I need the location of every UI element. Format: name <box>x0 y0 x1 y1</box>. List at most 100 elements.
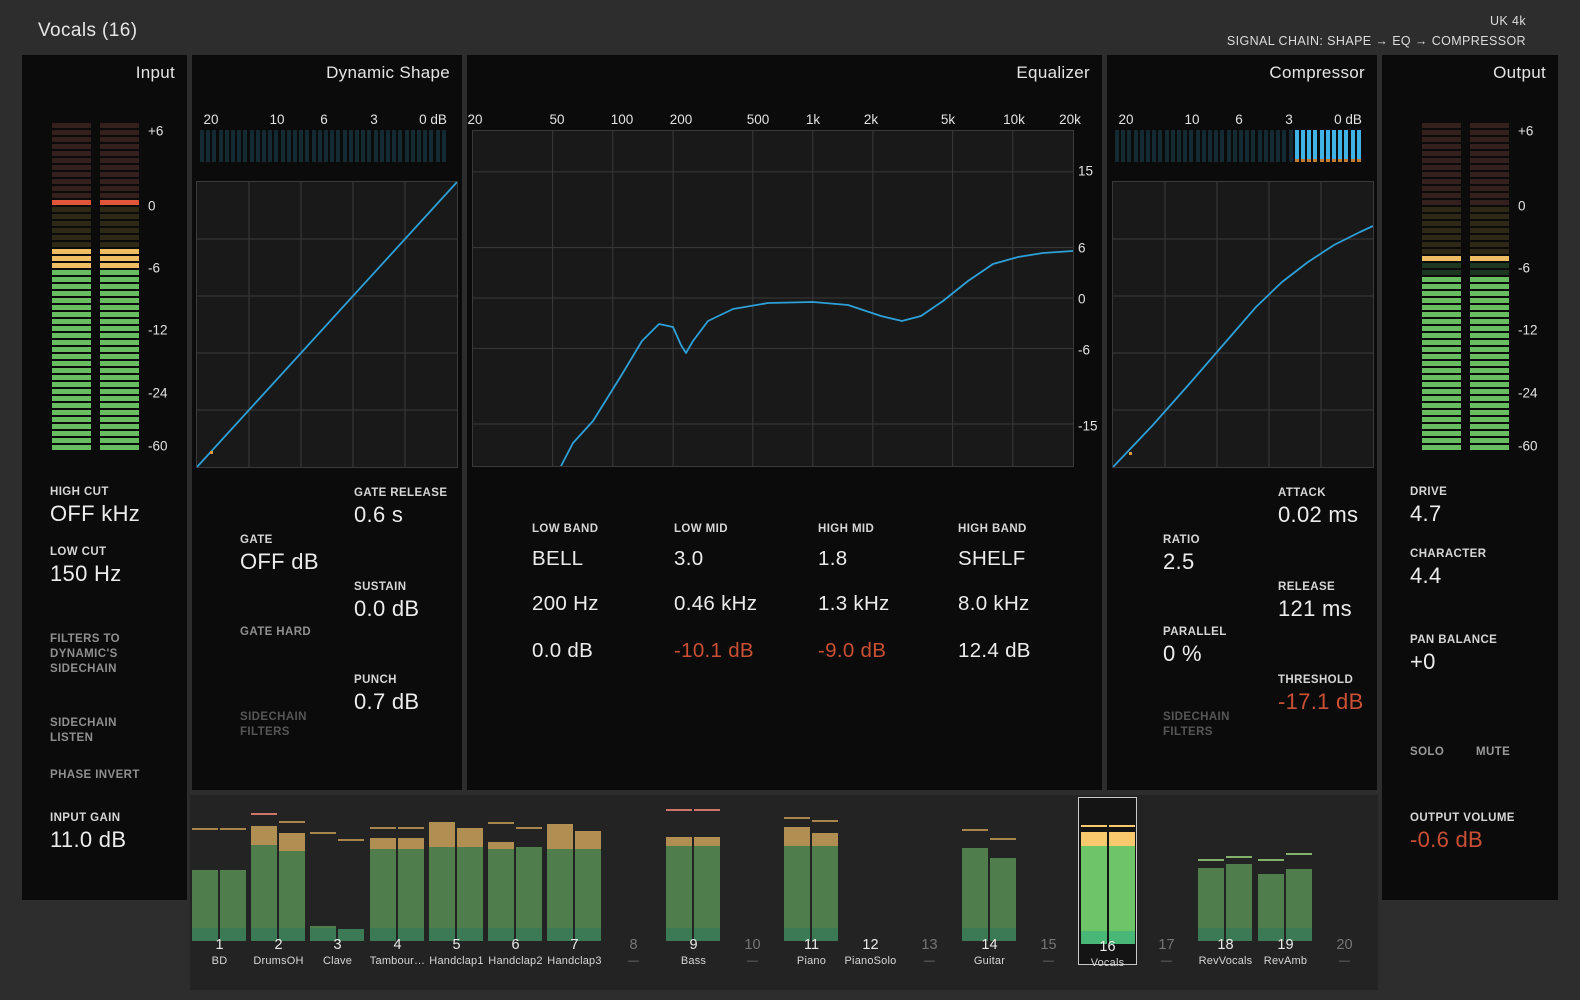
track-name: BD <box>211 955 228 967</box>
track-meter <box>1081 798 1136 944</box>
track-11[interactable]: 11 Piano <box>782 795 841 990</box>
track-meter <box>606 795 661 941</box>
channel-title: Vocals (16) <box>38 20 138 41</box>
high-cut-control[interactable]: HIGH CUT OFF kHz <box>50 485 140 526</box>
track-meter <box>488 795 543 941</box>
track-meter <box>1317 795 1372 941</box>
track-number: 6 <box>511 937 520 953</box>
eq-panel-title: Equalizer <box>1016 63 1090 82</box>
track-19[interactable]: 19 RevAmb <box>1256 795 1315 990</box>
input-meter-left <box>52 123 91 452</box>
track-18[interactable]: 18 RevVocals <box>1196 795 1255 990</box>
eq-band-3-freq: 8.0 kHz <box>958 592 1030 615</box>
track-5[interactable]: 5 Handclap1 <box>427 795 486 990</box>
track-number: 8 <box>629 937 638 953</box>
track-20[interactable]: 20 — <box>1315 795 1374 990</box>
input-gain-control[interactable]: INPUT GAIN 11.0 dB <box>50 811 126 852</box>
input-meter-right <box>100 123 139 452</box>
eq-band-2-shape: 1.8 <box>818 547 848 570</box>
output-meter-right <box>1470 123 1509 452</box>
track-name: — <box>1160 955 1173 967</box>
attack-control[interactable]: ATTACK 0.02 ms <box>1278 486 1358 527</box>
track-1[interactable]: 1 BD <box>190 795 249 990</box>
track-10[interactable]: 10 — <box>723 795 782 990</box>
track-16-selected[interactable]: 16 Vocals <box>1078 797 1137 969</box>
track-15[interactable]: 15 — <box>1019 795 1078 990</box>
track-13[interactable]: 13 — <box>900 795 959 990</box>
track-number: 13 <box>921 937 938 953</box>
output-volume-control[interactable]: OUTPUT VOLUME -0.6 dB <box>1410 811 1515 852</box>
eq-curve-graph <box>472 130 1074 467</box>
track-12[interactable]: 12 PianoSolo <box>841 795 900 990</box>
gate-hard-toggle[interactable]: GATE HARD <box>240 625 311 640</box>
mute-button[interactable]: MUTE <box>1476 745 1510 760</box>
track-meter <box>1198 795 1253 941</box>
eq-band-0-gain: 0.0 dB <box>532 639 594 662</box>
threshold-control[interactable]: THRESHOLD -17.1 dB <box>1278 673 1364 714</box>
shape-gr-meter <box>200 130 448 162</box>
track-17[interactable]: 17 — <box>1137 795 1196 990</box>
drive-control[interactable]: DRIVE 4.7 <box>1410 485 1447 526</box>
track-name: — <box>1338 955 1351 967</box>
punch-control[interactable]: PUNCH 0.7 dB <box>354 673 419 714</box>
track-number: 1 <box>215 937 224 953</box>
track-7[interactable]: 7 Handclap3 <box>545 795 604 990</box>
output-panel-title: Output <box>1493 63 1546 82</box>
compressor-gr-meter <box>1115 130 1363 162</box>
solo-button[interactable]: SOLO <box>1410 745 1444 760</box>
track-number: 14 <box>981 937 998 953</box>
track-meter <box>192 795 247 941</box>
track-4[interactable]: 4 Tambour… <box>368 795 427 990</box>
track-meter <box>251 795 306 941</box>
signal-chain: SIGNAL CHAIN: SHAPE → EQ → COMPRESSOR <box>1226 34 1526 48</box>
track-meter <box>310 795 365 941</box>
track-number: 5 <box>452 937 461 953</box>
filters-to-sidechain-toggle[interactable]: FILTERS TO DYNAMIC'S SIDECHAIN <box>50 632 120 677</box>
shape-sidechain-filters-toggle[interactable]: SIDECHAIN FILTERS <box>240 710 307 740</box>
track-3[interactable]: 3 Clave <box>308 795 367 990</box>
track-name: Handclap2 <box>488 955 543 967</box>
gate-release-control[interactable]: GATE RELEASE 0.6 s <box>354 486 447 527</box>
track-14[interactable]: 14 Guitar <box>960 795 1019 990</box>
track-meter <box>370 795 425 941</box>
track-name: Piano <box>796 955 827 967</box>
sustain-control[interactable]: SUSTAIN 0.0 dB <box>354 580 419 621</box>
track-9[interactable]: 9 Bass <box>664 795 723 990</box>
track-number: 19 <box>1277 937 1294 953</box>
compressor-panel-title: Compressor <box>1269 63 1365 82</box>
release-control[interactable]: RELEASE 121 ms <box>1278 580 1352 621</box>
track-meter <box>843 795 898 941</box>
eq-band-3-shape: SHELF <box>958 547 1026 570</box>
track-name: DrumsOH <box>253 955 304 967</box>
eq-band-2-gain: -9.0 dB <box>818 639 887 662</box>
phase-invert-toggle[interactable]: PHASE INVERT <box>50 768 140 783</box>
track-name: — <box>923 955 936 967</box>
track-number: 15 <box>1040 937 1057 953</box>
track-name: Clave <box>322 955 353 967</box>
ratio-control[interactable]: RATIO 2.5 <box>1163 533 1200 574</box>
character-control[interactable]: CHARACTER 4.4 <box>1410 547 1486 588</box>
track-number: 18 <box>1217 937 1234 953</box>
compressor-sidechain-filters-toggle[interactable]: SIDECHAIN FILTERS <box>1163 710 1230 740</box>
track-2[interactable]: 2 DrumsOH <box>249 795 308 990</box>
eq-band-0-freq: 200 Hz <box>532 592 599 615</box>
low-cut-control[interactable]: LOW CUT 150 Hz <box>50 545 122 586</box>
sidechain-listen-toggle[interactable]: SIDECHAIN LISTEN <box>50 716 117 746</box>
track-6[interactable]: 6 Handclap2 <box>486 795 545 990</box>
track-number: 9 <box>689 937 698 953</box>
shape-panel-title: Dynamic Shape <box>326 63 450 82</box>
track-8[interactable]: 8— <box>604 795 663 990</box>
track-name: RevAmb <box>1263 955 1308 967</box>
output-panel: Output +6 0 -6 -12 -24 -60 DRIVE 4.7 CHARACTE… <box>1382 55 1558 900</box>
gate-control[interactable]: GATE OFF dB <box>240 533 319 574</box>
track-meter <box>429 795 484 941</box>
compressor-transfer-graph <box>1112 181 1374 468</box>
input-panel: Input +6 0 -6 -12 -24 -60 HIGH CUT OFF kHz LO… <box>22 55 187 900</box>
shape-gr-scale: 20 10 6 3 0 dB <box>203 112 447 127</box>
parallel-control[interactable]: PARALLEL 0 % <box>1163 625 1227 666</box>
header-info: UK 4k SIGNAL CHAIN: SHAPE → EQ → COMPRES… <box>1227 11 1526 51</box>
eq-freq-scale: 20 50 100 200 500 1k 2k 5k 10k 20k <box>467 112 1081 127</box>
eq-band-1-shape: 3.0 <box>674 547 704 570</box>
track-name: — <box>746 955 759 967</box>
pan-balance-control[interactable]: PAN BALANCE +0 <box>1410 633 1497 674</box>
